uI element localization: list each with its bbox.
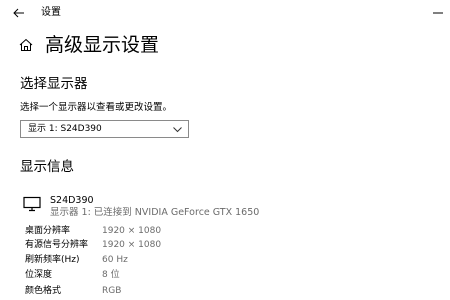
home-button[interactable] xyxy=(15,34,37,56)
monitor-name: S24D390 xyxy=(50,195,94,206)
display-select-dropdown[interactable]: 显示 1: S24D390 xyxy=(20,120,189,138)
back-button[interactable] xyxy=(9,3,29,23)
select-display-heading: 选择显示器 xyxy=(20,76,88,92)
info-value-color-format: RGB xyxy=(102,286,122,296)
info-label-active-signal-resolution: 有源信号分辨率 xyxy=(25,240,89,250)
home-icon xyxy=(19,38,33,51)
info-label-color-format: 颜色格式 xyxy=(25,286,62,296)
back-arrow-icon xyxy=(13,8,24,18)
minimize-button[interactable] xyxy=(428,3,448,23)
minimize-icon xyxy=(433,12,443,14)
chevron-down-icon xyxy=(173,127,182,133)
info-value-refresh-rate: 60 Hz xyxy=(102,255,128,265)
info-value-active-signal-resolution: 1920 × 1080 xyxy=(102,240,162,250)
page-title: 高级显示设置 xyxy=(45,34,160,56)
info-value-bit-depth: 8 位 xyxy=(102,270,120,280)
info-value-desktop-resolution: 1920 × 1080 xyxy=(102,226,162,236)
title-bar: 设置 xyxy=(0,0,450,28)
select-display-description: 选择一个显示器以查看或更改设置。 xyxy=(20,102,173,113)
display-info-heading: 显示信息 xyxy=(20,159,74,175)
monitor-connection: 显示器 1: 已连接到 NVIDIA GeForce GTX 1650 xyxy=(50,207,260,218)
window-title: 设置 xyxy=(41,7,61,18)
monitor-icon xyxy=(23,196,41,212)
info-label-refresh-rate: 刷新频率(Hz) xyxy=(25,255,80,265)
dropdown-selected-value: 显示 1: S24D390 xyxy=(28,124,102,134)
info-label-bit-depth: 位深度 xyxy=(25,270,53,280)
info-label-desktop-resolution: 桌面分辨率 xyxy=(25,226,71,236)
